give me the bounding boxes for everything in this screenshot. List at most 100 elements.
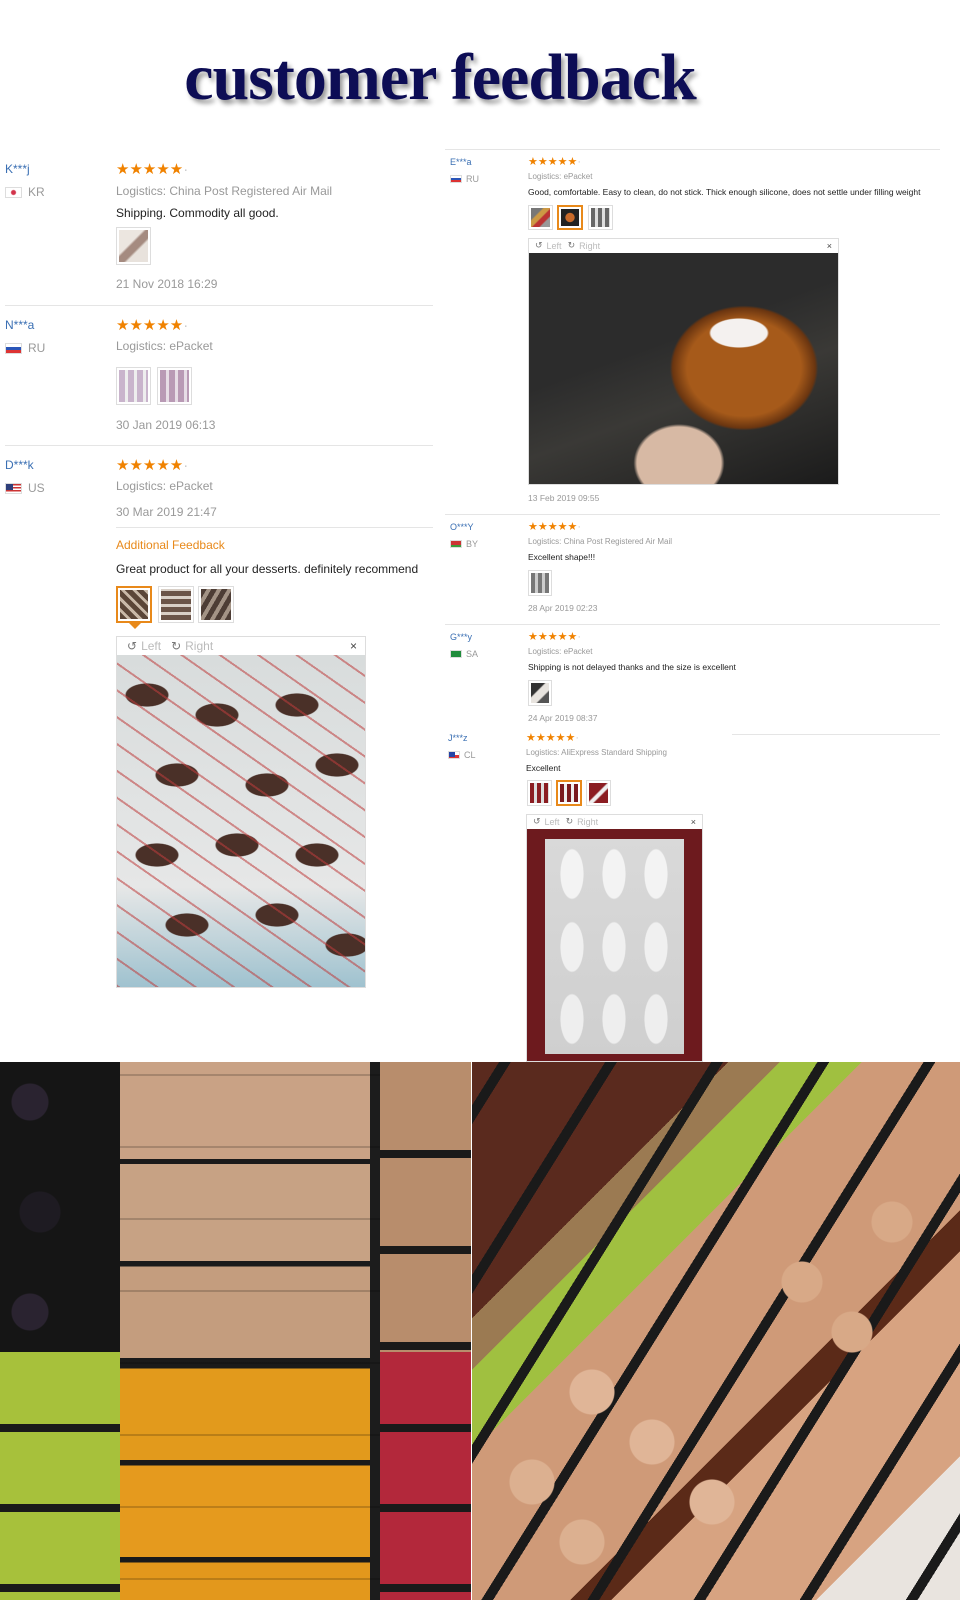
review-text: Shipping. Commodity all good. <box>116 206 279 220</box>
rotate-left-label: Left <box>544 816 560 827</box>
review-photo-thumb-selected[interactable] <box>557 205 583 230</box>
review-photo-thumb[interactable] <box>158 586 194 623</box>
flag-kr-icon <box>5 186 22 198</box>
review-photo-thumb[interactable] <box>157 367 192 405</box>
rotate-left-button[interactable]: ↺ Left <box>535 240 562 251</box>
photo-viewer: ↺ Left ↻ Right × <box>526 814 703 1062</box>
review-photo-thumb[interactable] <box>528 570 552 596</box>
star-rating: ★★★★★· <box>116 317 189 334</box>
close-icon[interactable]: × <box>827 241 832 251</box>
review-photo-thumb-selected[interactable] <box>116 586 152 623</box>
review-photo-large <box>529 253 838 484</box>
star-rating: ★★★★★· <box>116 161 189 178</box>
star-rating: ★★★★★· <box>528 521 581 533</box>
flag-by-icon <box>450 540 462 548</box>
country-code: KR <box>28 185 45 199</box>
country-code: SA <box>466 649 479 659</box>
rotate-left-button[interactable]: ↺ Left <box>127 639 161 653</box>
logistics-text: Logistics: China Post Registered Air Mai… <box>116 184 333 198</box>
reviewer-name[interactable]: J***z <box>448 733 468 743</box>
country-code: RU <box>466 174 479 184</box>
review-photo-large <box>117 655 365 987</box>
product-photo-eclairs-right <box>472 1062 960 1600</box>
additional-feedback-label: Additional Feedback <box>116 538 225 552</box>
reviewer-name[interactable]: K***j <box>5 162 30 176</box>
rotate-left-label: Left <box>546 240 562 251</box>
review-photo-thumb[interactable] <box>528 680 552 706</box>
rotate-right-button[interactable]: ↻ Right <box>568 240 601 251</box>
logistics-text: Logistics: AliExpress Standard Shipping <box>526 748 667 757</box>
viewer-toolbar: ↺ Left ↻ Right × <box>529 239 838 252</box>
review-photo-thumb[interactable] <box>116 227 151 265</box>
reviewer-name[interactable]: O***Y <box>450 522 474 532</box>
review-text: Shipping is not delayed thanks and the s… <box>528 662 736 672</box>
review-date: 21 Nov 2018 16:29 <box>116 277 218 291</box>
rotate-left-label: Left <box>141 638 162 653</box>
product-photo-eclairs-left <box>0 1062 471 1600</box>
review-photo-thumb[interactable] <box>198 586 234 623</box>
rotate-right-icon: ↻ <box>565 816 574 826</box>
divider <box>5 445 433 446</box>
close-icon[interactable]: × <box>691 817 696 827</box>
divider <box>445 514 940 515</box>
reviewer-country: BY <box>450 539 478 549</box>
selected-pointer-icon <box>129 623 141 629</box>
flag-ru-icon <box>5 342 22 354</box>
rotate-right-icon: ↻ <box>567 240 576 250</box>
photo-viewer: ↺ Left ↻ Right × <box>528 238 839 485</box>
reviewer-name[interactable]: N***a <box>5 318 34 332</box>
review-photo-thumb-selected[interactable] <box>556 780 582 806</box>
reviewer-country: RU <box>5 341 45 355</box>
flag-sa-icon <box>450 650 462 658</box>
review-text: Excellent shape!!! <box>528 552 596 562</box>
reviewer-country: KR <box>5 185 45 199</box>
country-code: BY <box>466 539 479 549</box>
review-photo-large <box>527 829 702 1061</box>
reviewer-country: CL <box>448 750 476 760</box>
star-rating: ★★★★★· <box>116 457 189 474</box>
reviewer-name[interactable]: E***a <box>450 157 472 167</box>
logistics-text: Logistics: China Post Registered Air Mai… <box>528 537 673 546</box>
additional-feedback-text: Great product for all your desserts. def… <box>116 562 419 576</box>
review-photo-thumb[interactable] <box>586 780 611 806</box>
rotate-left-button[interactable]: ↺ Left <box>533 816 560 827</box>
review-date: 24 Apr 2019 08:37 <box>528 713 598 723</box>
country-code: CL <box>464 750 476 760</box>
review-date: 30 Mar 2019 21:47 <box>116 505 217 519</box>
review-text: Good, comfortable. Easy to clean, do not… <box>528 187 921 197</box>
rotate-right-label: Right <box>579 240 601 251</box>
review-date: 28 Apr 2019 02:23 <box>528 603 598 613</box>
reviewer-country: SA <box>450 649 478 659</box>
review-photo-thumb[interactable] <box>588 205 613 230</box>
rotate-left-icon: ↺ <box>535 240 543 250</box>
viewer-toolbar: ↺ Left ↻ Right × <box>527 815 702 828</box>
viewer-toolbar: ↺ Left ↻ Right × <box>117 637 365 654</box>
flag-ru-icon <box>450 175 462 183</box>
reviewer-name[interactable]: D***k <box>5 458 34 472</box>
star-rating: ★★★★★· <box>528 631 581 643</box>
divider <box>116 527 433 528</box>
star-rating: ★★★★★· <box>526 732 579 744</box>
close-icon[interactable]: × <box>350 639 357 653</box>
rotate-right-button[interactable]: ↻ Right <box>566 816 599 827</box>
reviewer-country: RU <box>450 174 479 184</box>
divider <box>5 305 433 306</box>
reviewer-name[interactable]: G***y <box>450 632 472 642</box>
rotate-right-label: Right <box>185 638 214 653</box>
logistics-text: Logistics: ePacket <box>528 172 593 181</box>
page-title: customer feedback <box>184 41 697 114</box>
review-photo-thumb[interactable] <box>528 205 553 230</box>
photo-viewer: ↺ Left ↻ Right × <box>116 636 366 988</box>
logistics-text: Logistics: ePacket <box>528 647 593 656</box>
rotate-left-icon: ↺ <box>533 816 541 826</box>
logistics-text: Logistics: ePacket <box>116 339 213 353</box>
divider <box>445 149 940 150</box>
reviewer-country: US <box>5 481 45 495</box>
logistics-text: Logistics: ePacket <box>116 479 213 493</box>
rotate-right-button[interactable]: ↻ Right <box>171 639 213 653</box>
flag-us-icon <box>5 482 22 494</box>
review-photo-thumb[interactable] <box>527 780 552 806</box>
rotate-left-icon: ↺ <box>127 638 138 653</box>
star-rating: ★★★★★· <box>528 156 581 168</box>
review-photo-thumb[interactable] <box>116 367 151 405</box>
